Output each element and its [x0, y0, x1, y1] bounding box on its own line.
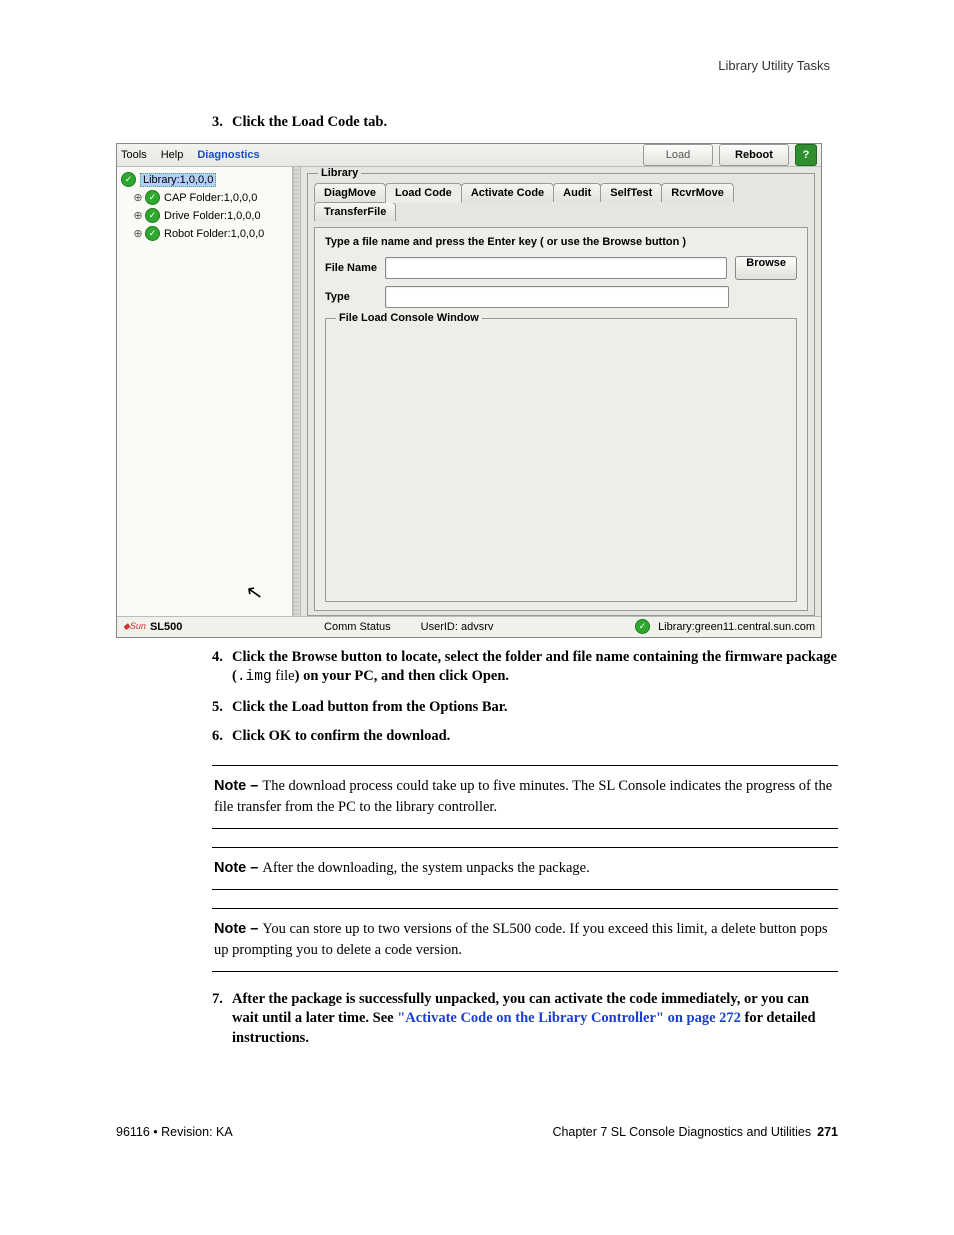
tab-rcvrmove[interactable]: RcvrMove [661, 183, 734, 202]
check-icon: ✓ [145, 208, 160, 223]
step-4-number: 4. [212, 648, 232, 688]
note-2-text: After the downloading, the system unpack… [262, 860, 589, 876]
tab-transferfile[interactable]: TransferFile [314, 202, 396, 221]
main-panel: Library DiagMove Load Code Activate Code… [301, 167, 821, 616]
check-icon: ✓ [145, 226, 160, 241]
tab-audit[interactable]: Audit [553, 183, 601, 202]
tab-selftest[interactable]: SelfTest [600, 183, 662, 202]
running-head: Library Utility Tasks [116, 58, 838, 73]
step-4-text: Click the Browse button to locate, selec… [232, 648, 838, 688]
reboot-button[interactable]: Reboot [719, 144, 789, 166]
console-legend: File Load Console Window [336, 312, 482, 324]
step-5-number: 5. [212, 698, 232, 718]
sun-logo-icon: ◆Sun [123, 622, 146, 631]
page-footer: 96116 • Revision: KA Chapter 7 SL Consol… [116, 1125, 838, 1139]
note-1-text: The download process could take up to fi… [214, 778, 832, 815]
tab-strip: DiagMove Load Code Activate Code Audit S… [314, 183, 808, 221]
menubar: Tools Help Diagnostics Load Reboot ? [117, 144, 821, 167]
tree-drive-label: Drive Folder:1,0,0,0 [164, 210, 261, 222]
step-5-text: Click the Load button from the Options B… [232, 698, 838, 718]
nav-tree: ✓ Library:1,0,0,0 ⊕ ✓ CAP Folder:1,0,0,0… [117, 167, 293, 616]
note-3: Note – You can store up to two versions … [212, 908, 838, 972]
library-host: Library:green11.central.sun.com [658, 621, 815, 633]
tab-activate[interactable]: Activate Code [461, 183, 554, 202]
expand-icon[interactable]: ⊕ [133, 191, 143, 204]
comm-status: Comm Status [324, 621, 391, 633]
step-3-text: Click the Load Code tab. [232, 113, 838, 133]
instruction-text: Type a file name and press the Enter key… [325, 236, 797, 248]
help-icon[interactable]: ? [795, 144, 817, 166]
tab-loadcode[interactable]: Load Code [385, 183, 462, 203]
splitter[interactable] [293, 167, 301, 616]
menu-diagnostics[interactable]: Diagnostics [197, 149, 259, 161]
tree-cap[interactable]: ⊕ ✓ CAP Folder:1,0,0,0 [119, 189, 290, 207]
footer-left: 96116 • Revision: KA [116, 1125, 233, 1139]
library-fieldset: Library DiagMove Load Code Activate Code… [307, 173, 815, 616]
note-2: Note – After the downloading, the system… [212, 847, 838, 890]
library-legend: Library [318, 167, 361, 179]
console-fieldset: File Load Console Window [325, 318, 797, 602]
tree-robot[interactable]: ⊕ ✓ Robot Folder:1,0,0,0 [119, 225, 290, 243]
screenshot: Tools Help Diagnostics Load Reboot ? ✓ L… [116, 143, 822, 638]
note-1: Note – The download process could take u… [212, 765, 838, 829]
status-bar: ◆Sun SL500 Comm Status UserID: advsrv ✓ … [117, 616, 821, 637]
step-6: 6. Click OK to confirm the download. [212, 727, 838, 747]
check-icon: ✓ [145, 190, 160, 205]
filename-label: File Name [325, 262, 385, 274]
step-7: 7. After the package is successfully unp… [212, 990, 838, 1049]
type-label: Type [325, 291, 385, 303]
tree-cap-label: CAP Folder:1,0,0,0 [164, 192, 257, 204]
note-3-text: You can store up to two versions of the … [214, 921, 827, 958]
userid: UserID: advsrv [421, 621, 494, 633]
tree-root[interactable]: ✓ Library:1,0,0,0 [119, 171, 290, 189]
load-button[interactable]: Load [643, 144, 713, 166]
check-icon: ✓ [121, 172, 136, 187]
step-6-number: 6. [212, 727, 232, 747]
product-label: SL500 [150, 621, 182, 633]
loadcode-pane: Type a file name and press the Enter key… [314, 227, 808, 611]
tree-root-label: Library:1,0,0,0 [140, 173, 216, 187]
step-3-number: 3. [212, 113, 232, 133]
step-3: 3. Click the Load Code tab. [212, 113, 838, 133]
menu-tools[interactable]: Tools [121, 149, 147, 161]
check-icon: ✓ [635, 619, 650, 634]
expand-icon[interactable]: ⊕ [133, 209, 143, 222]
expand-icon[interactable]: ⊕ [133, 227, 143, 240]
menu-help[interactable]: Help [161, 149, 184, 161]
step-7-text: After the package is successfully unpack… [232, 990, 838, 1049]
step-4: 4. Click the Browse button to locate, se… [212, 648, 838, 688]
tree-robot-label: Robot Folder:1,0,0,0 [164, 228, 264, 240]
footer-right: Chapter 7 SL Console Diagnostics and Uti… [552, 1125, 838, 1139]
browse-button[interactable]: Browse [735, 256, 797, 280]
type-input[interactable] [385, 286, 729, 308]
cross-ref-link[interactable]: "Activate Code on the Library Controller… [397, 1010, 741, 1026]
step-6-text: Click OK to confirm the download. [232, 727, 838, 747]
tab-diagmove[interactable]: DiagMove [314, 183, 386, 202]
step-7-number: 7. [212, 990, 232, 1049]
note-label: Note – [214, 860, 262, 876]
note-label: Note – [214, 778, 262, 794]
step-5: 5. Click the Load button from the Option… [212, 698, 838, 718]
note-label: Note – [214, 921, 262, 937]
filename-input[interactable] [385, 257, 727, 279]
tree-drive[interactable]: ⊕ ✓ Drive Folder:1,0,0,0 [119, 207, 290, 225]
